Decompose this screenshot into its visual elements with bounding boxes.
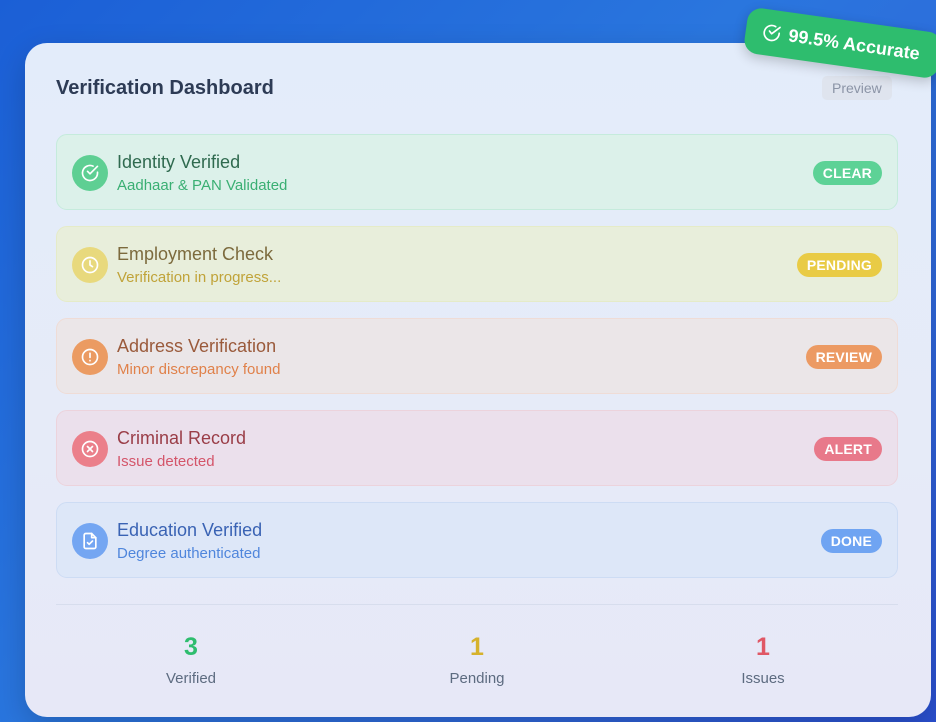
check-row-education[interactable]: Education Verified Degree authenticated …: [56, 502, 898, 578]
page-title: Verification Dashboard: [56, 77, 274, 99]
check-detail: Verification in progress...: [117, 269, 282, 286]
document-check-icon: [72, 523, 108, 559]
check-name: Employment Check: [117, 244, 274, 264]
preview-tag: Preview: [822, 76, 892, 100]
pending-count: 1: [470, 633, 484, 661]
check-detail: Issue detected: [117, 453, 215, 470]
check-name: Criminal Record: [117, 428, 247, 448]
status-badge-pending: PENDING: [796, 253, 882, 277]
summary-divider: [56, 604, 898, 605]
x-circle-icon: [72, 431, 108, 467]
check-name: Education Verified: [117, 520, 263, 540]
verified-count: 3: [184, 633, 198, 661]
status-badge-review: REVIEW: [805, 345, 882, 369]
status-badge-alert: ALERT: [814, 437, 882, 461]
issues-label: Issues: [741, 670, 785, 687]
check-row-identity[interactable]: Identity Verified Aadhaar & PAN Validate…: [56, 134, 898, 210]
check-circle-icon: [760, 22, 783, 45]
pending-label: Pending: [449, 670, 505, 687]
accuracy-text: 99.5% Accurate: [787, 24, 922, 64]
issues-count: 1: [756, 633, 770, 661]
check-row-address[interactable]: Address Verification Minor discrepancy f…: [56, 318, 898, 394]
status-badge-done: DONE: [820, 529, 882, 553]
summary-pending: 1 Pending: [407, 633, 547, 687]
summary-verified: 3 Verified: [121, 633, 261, 687]
verification-card: Verification Dashboard Preview Identity …: [25, 43, 931, 717]
check-circle-icon: [72, 155, 108, 191]
summary-issues: 1 Issues: [693, 633, 833, 687]
check-row-criminal[interactable]: Criminal Record Issue detected ALERT: [56, 410, 898, 486]
status-badge-clear: CLEAR: [812, 161, 882, 185]
alert-circle-icon: [72, 339, 108, 375]
check-detail: Aadhaar & PAN Validated: [117, 177, 288, 194]
check-name: Identity Verified: [117, 152, 241, 172]
check-detail: Degree authenticated: [117, 545, 261, 562]
check-detail: Minor discrepancy found: [117, 361, 281, 378]
clock-icon: [72, 247, 108, 283]
check-row-employment[interactable]: Employment Check Verification in progres…: [56, 226, 898, 302]
verified-label: Verified: [165, 670, 217, 687]
check-name: Address Verification: [117, 336, 277, 356]
